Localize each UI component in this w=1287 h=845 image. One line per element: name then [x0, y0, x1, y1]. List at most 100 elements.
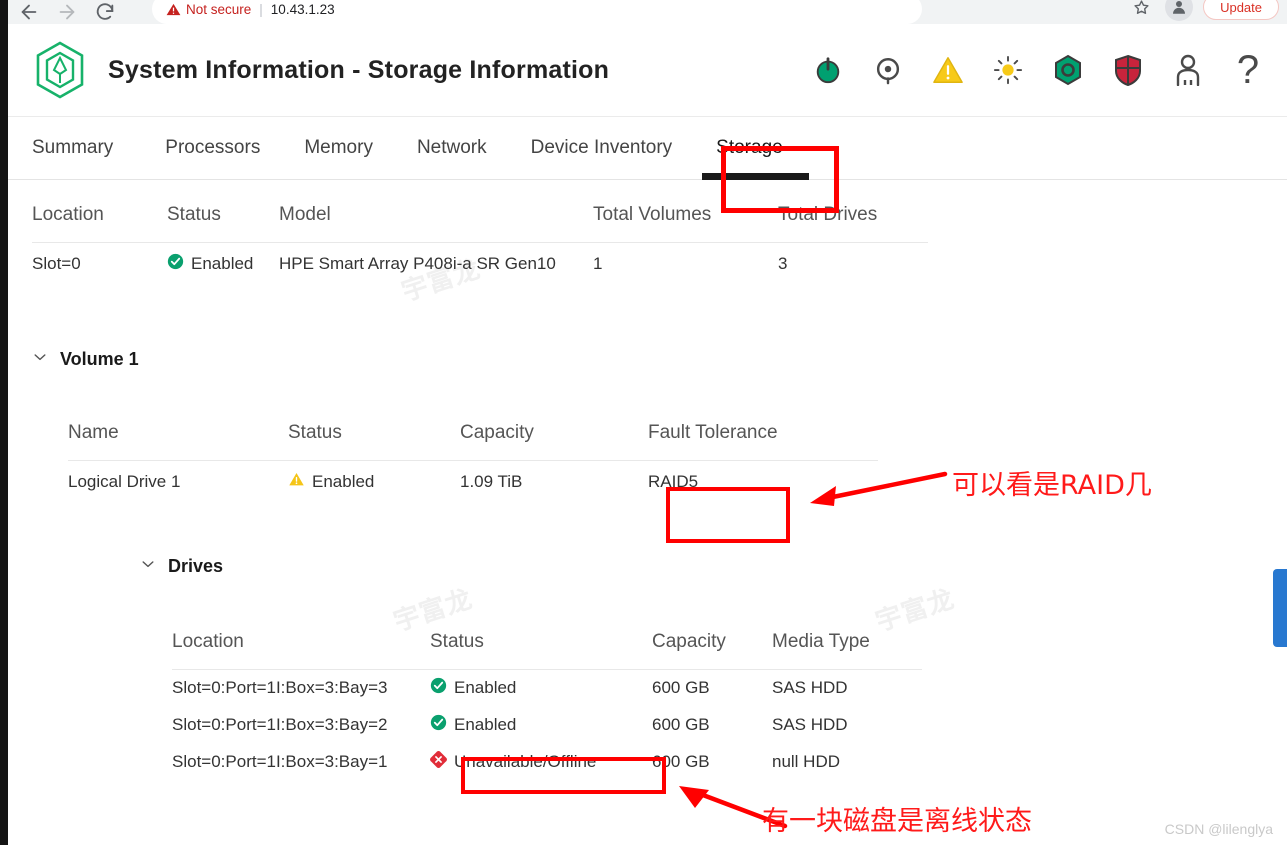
page-title: System Information - Storage Information — [108, 55, 610, 84]
uid-light-icon[interactable] — [991, 53, 1025, 87]
reload-icon[interactable] — [94, 1, 116, 23]
col-media-type: Media Type — [772, 631, 870, 652]
status-label: Enabled — [454, 715, 517, 734]
chevron-down-icon[interactable] — [32, 349, 48, 370]
csdn-credit-watermark: CSDN @lilenglya — [1164, 821, 1273, 837]
cell-status: Enabled — [167, 242, 279, 287]
table-row[interactable]: Slot=0:Port=1I:Box=3:Bay=3 Enabled 600 G… — [172, 669, 922, 707]
cell-location: Slot=0:Port=1I:Box=3:Bay=2 — [172, 715, 388, 734]
app-header: System Information - Storage Information — [8, 24, 1287, 117]
url-text: 10.43.1.23 — [270, 1, 335, 17]
tab-storage[interactable]: Storage — [694, 117, 809, 180]
tab-memory[interactable]: Memory — [282, 117, 395, 180]
col-location: Location — [32, 204, 104, 225]
volume-section: Volume 1 Name Status Capacity Fault Tole… — [32, 349, 1287, 781]
status-label: Enabled — [454, 678, 517, 697]
status-ok-check-icon — [430, 714, 447, 736]
tab-processors[interactable]: Processors — [143, 117, 282, 180]
update-button[interactable]: Update — [1203, 0, 1279, 20]
back-arrow-icon[interactable] — [18, 1, 40, 23]
col-capacity: Capacity — [460, 422, 534, 443]
table-row[interactable]: Slot=0:Port=1I:Box=3:Bay=1 Unavailable/O… — [172, 744, 922, 781]
tab-summary[interactable]: Summary — [32, 117, 143, 180]
cell-media-type: SAS HDD — [772, 669, 922, 707]
cell-fault-tolerance: RAID5 — [648, 460, 878, 504]
table-row[interactable]: Slot=0 Enabled HPE Smart Array P408i-a S… — [32, 242, 928, 287]
table-row[interactable]: Slot=0:Port=1I:Box=3:Bay=2 Enabled 600 G… — [172, 707, 922, 744]
health-target-icon[interactable] — [871, 53, 905, 87]
col-model: Model — [279, 204, 331, 225]
volume-body: Name Status Capacity Fault Tolerance Log… — [68, 398, 1287, 781]
drives-table: Location Status Capacity Media Type Slot… — [172, 607, 922, 781]
cell-status: Enabled — [288, 460, 460, 504]
cell-capacity: 600 GB — [652, 715, 710, 734]
bookmark-star-icon[interactable] — [1127, 0, 1155, 21]
browser-toolbar: Not secure | 10.43.1.23 Update — [0, 0, 1287, 24]
status-label: Enabled — [312, 471, 375, 491]
cell-status: Unavailable/Offline — [430, 744, 652, 781]
cell-model: HPE Smart Array P408i-a SR Gen10 — [279, 242, 593, 287]
volume-table: Name Status Capacity Fault Tolerance Log… — [68, 398, 878, 504]
drives-title: Drives — [168, 556, 224, 576]
col-location: Location — [172, 631, 244, 652]
tab-network[interactable]: Network — [395, 117, 509, 180]
forward-arrow-icon[interactable] — [56, 1, 78, 23]
cell-location: Slot=0 — [32, 242, 167, 287]
drives-body: Location Status Capacity Media Type Slot… — [172, 607, 1287, 781]
cell-media-type: SAS HDD — [772, 715, 848, 734]
tab-device-inventory[interactable]: Device Inventory — [509, 117, 695, 180]
status-warning-triangle-icon — [288, 471, 305, 492]
annotation-label-raid: 可以看是RAID几 — [952, 470, 1152, 501]
status-label: Unavailable/Offline — [454, 752, 597, 771]
omnibox-divider: | — [259, 1, 263, 17]
table-header-row: Name Status Capacity Fault Tolerance — [68, 398, 878, 461]
hpe-ilo-hexagon-logo — [32, 40, 88, 100]
status-label: Enabled — [191, 254, 254, 273]
warning-triangle-icon[interactable] — [931, 53, 965, 87]
status-ok-check-icon — [167, 253, 184, 275]
volume-title: Volume 1 — [60, 349, 139, 369]
cell-total-volumes: 1 — [593, 242, 778, 287]
cell-capacity: 1.09 TiB — [460, 460, 648, 504]
col-fault-tolerance: Fault Tolerance — [648, 422, 778, 443]
hexagon-gear-icon[interactable] — [1051, 53, 1085, 87]
col-total-volumes: Total Volumes — [593, 204, 712, 225]
cell-status: Enabled — [430, 707, 652, 744]
cell-location: Slot=0:Port=1I:Box=3:Bay=3 — [172, 669, 430, 707]
status-critical-diamond-icon — [430, 751, 447, 773]
browser-right-controls: Update — [1127, 0, 1279, 21]
cell-location: Slot=0:Port=1I:Box=3:Bay=1 — [172, 752, 388, 771]
security-shield-icon[interactable] — [1111, 53, 1145, 87]
cell-total-drives: 3 — [778, 242, 928, 287]
header-icon-bar: ? — [811, 50, 1271, 90]
not-secure-indicator[interactable]: Not secure — [166, 2, 251, 17]
col-status: Status — [430, 631, 484, 652]
address-bar[interactable]: Not secure | 10.43.1.23 — [152, 0, 922, 24]
col-status: Status — [167, 204, 221, 225]
col-total-drives: Total Drives — [778, 204, 878, 225]
profile-avatar-icon[interactable] — [1165, 0, 1194, 21]
cell-name: Logical Drive 1 — [68, 460, 288, 504]
controller-table: Location Status Model Total Volumes Tota… — [32, 180, 928, 287]
table-header-row: Location Status Model Total Volumes Tota… — [32, 180, 928, 243]
volume-section-header[interactable]: Volume 1 — [32, 349, 1287, 370]
table-header-row: Location Status Capacity Media Type — [172, 607, 922, 670]
drives-section-header[interactable]: Drives — [140, 556, 1287, 577]
cell-status: Enabled — [430, 669, 652, 707]
cell-capacity: 600 GB — [652, 752, 710, 771]
power-icon[interactable] — [811, 53, 845, 87]
browser-nav-buttons — [18, 1, 116, 23]
nav-tabs: Summary Processors Memory Network Device… — [8, 117, 1287, 180]
status-ok-check-icon — [430, 677, 447, 699]
drives-section: Drives Location Status Capacity Media Ty… — [140, 556, 1287, 781]
ilo-page: 宇富龙 宇富龙 宇富龙 CSDN @lilenglya System Infor… — [8, 24, 1287, 845]
chevron-down-icon[interactable] — [140, 556, 156, 577]
col-capacity: Capacity — [652, 631, 726, 652]
table-row[interactable]: Logical Drive 1 Enabled 1.09 TiB RAID5 — [68, 460, 878, 504]
col-status: Status — [288, 422, 342, 443]
annotation-label-offline: 有一块磁盘是离线状态 — [762, 806, 1032, 837]
help-question-icon[interactable]: ? — [1231, 50, 1265, 90]
user-account-icon[interactable] — [1171, 53, 1205, 87]
side-feedback-tab[interactable] — [1273, 569, 1287, 647]
not-secure-label: Not secure — [186, 1, 252, 17]
